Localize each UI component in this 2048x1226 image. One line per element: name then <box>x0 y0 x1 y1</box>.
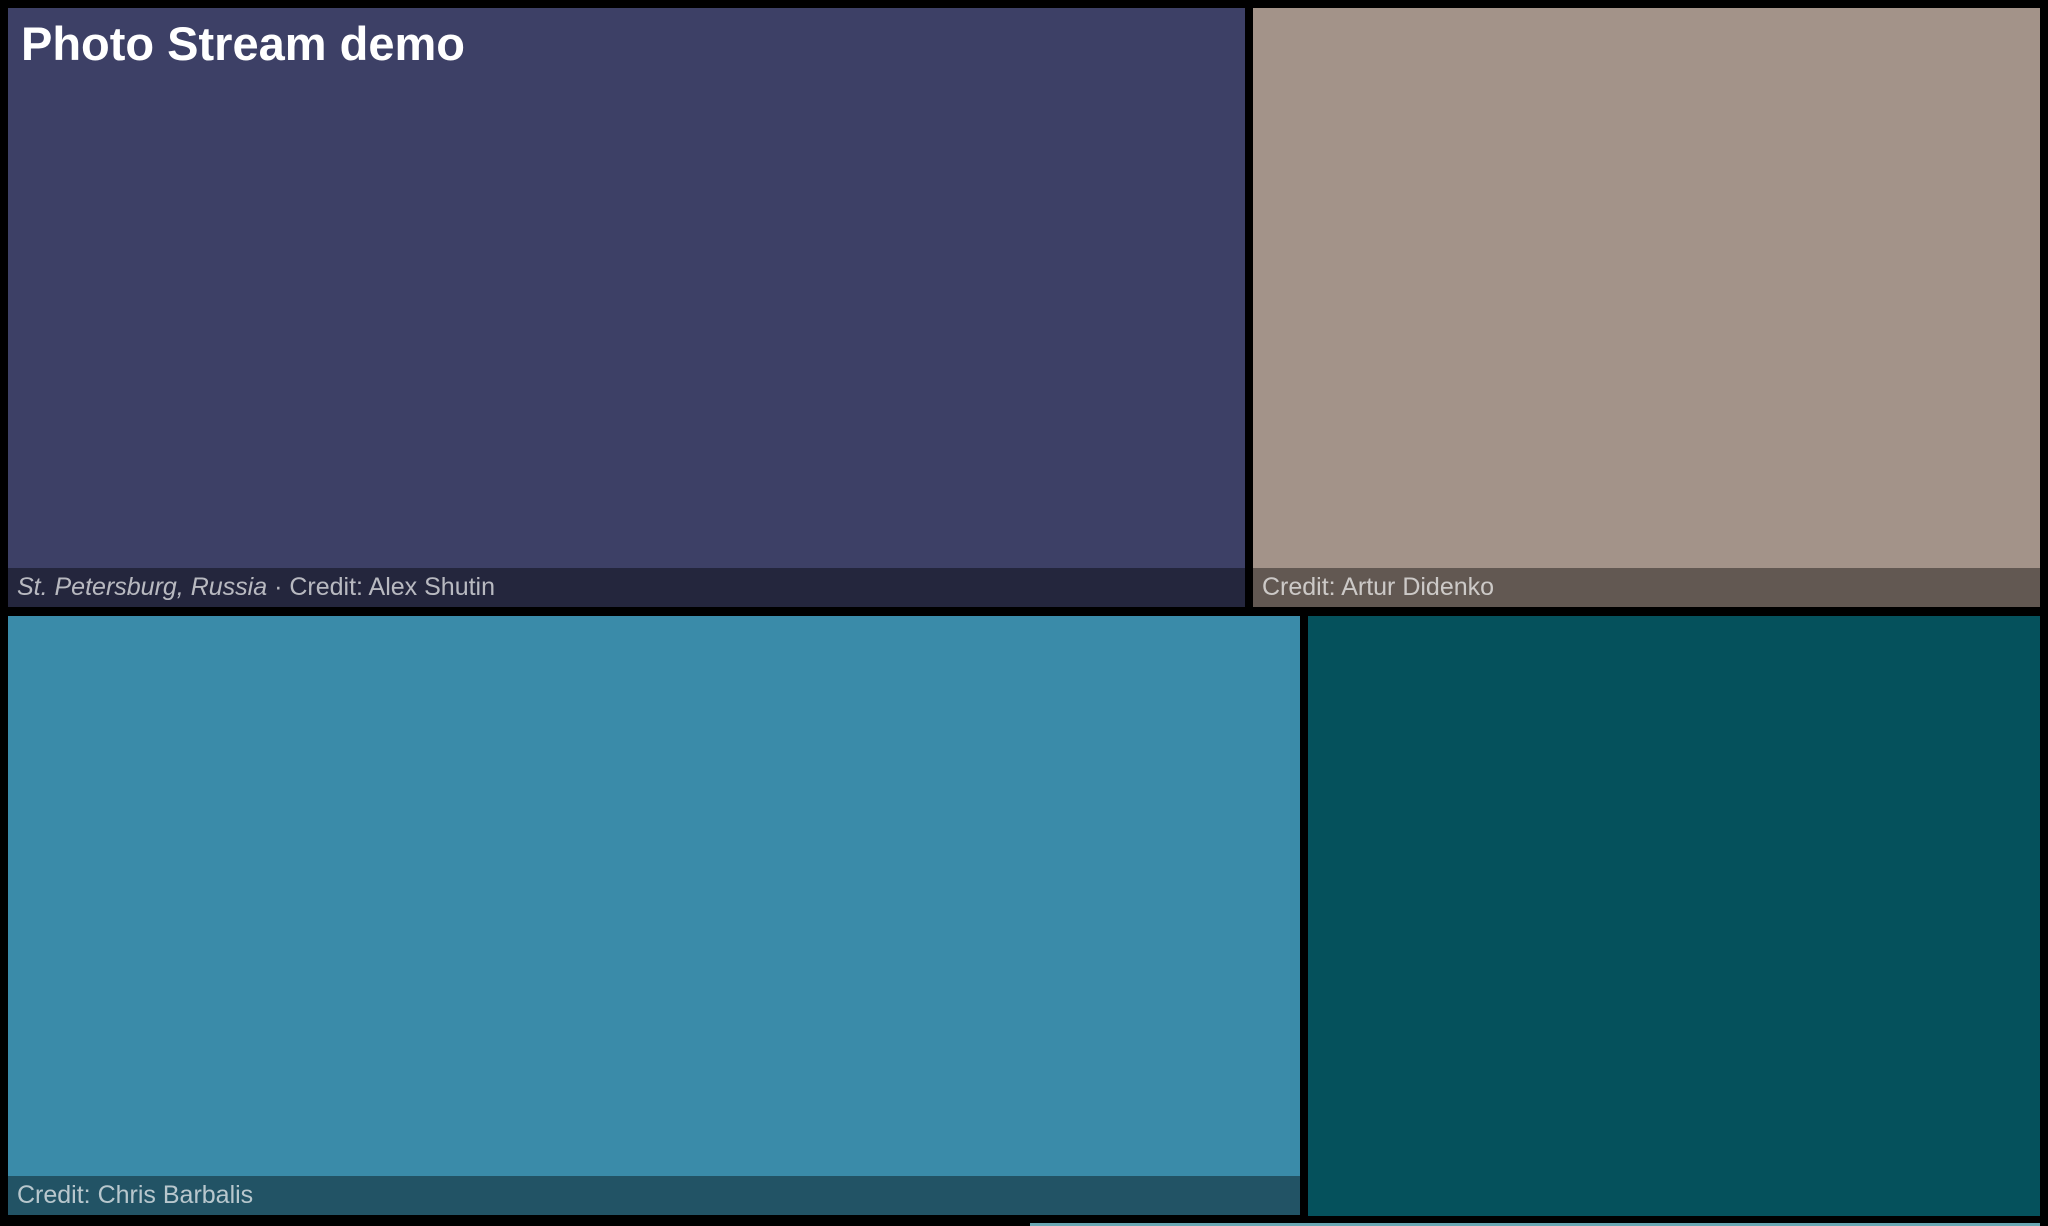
photo-credit-link[interactable]: Credit: Alex Shutin <box>289 573 495 601</box>
photo-tile[interactable]: St. Petersburg, Russia · Credit: Alex Sh… <box>8 8 1245 607</box>
photo-stream-page: Photo Stream demo St. Petersburg, Russia… <box>0 0 2048 1226</box>
photo-tile[interactable] <box>1308 616 2040 1216</box>
photo-tile[interactable]: Credit: Chris Barbalis <box>8 616 1300 1215</box>
photo-credit-link[interactable]: Credit: Artur Didenko <box>1262 573 1494 601</box>
photo-credit-link[interactable]: Credit: Chris Barbalis <box>17 1181 253 1209</box>
photo-caption: Credit: Artur Didenko <box>1253 568 2040 607</box>
page-title: Photo Stream demo <box>21 17 465 70</box>
photo-tile[interactable]: Credit: Artur Didenko <box>1253 8 2040 607</box>
photo-caption: Credit: Chris Barbalis <box>8 1176 1300 1215</box>
photo-location: St. Petersburg, Russia <box>17 573 268 601</box>
caption-separator: · <box>267 573 290 601</box>
photo-caption: St. Petersburg, Russia · Credit: Alex Sh… <box>8 568 1245 607</box>
